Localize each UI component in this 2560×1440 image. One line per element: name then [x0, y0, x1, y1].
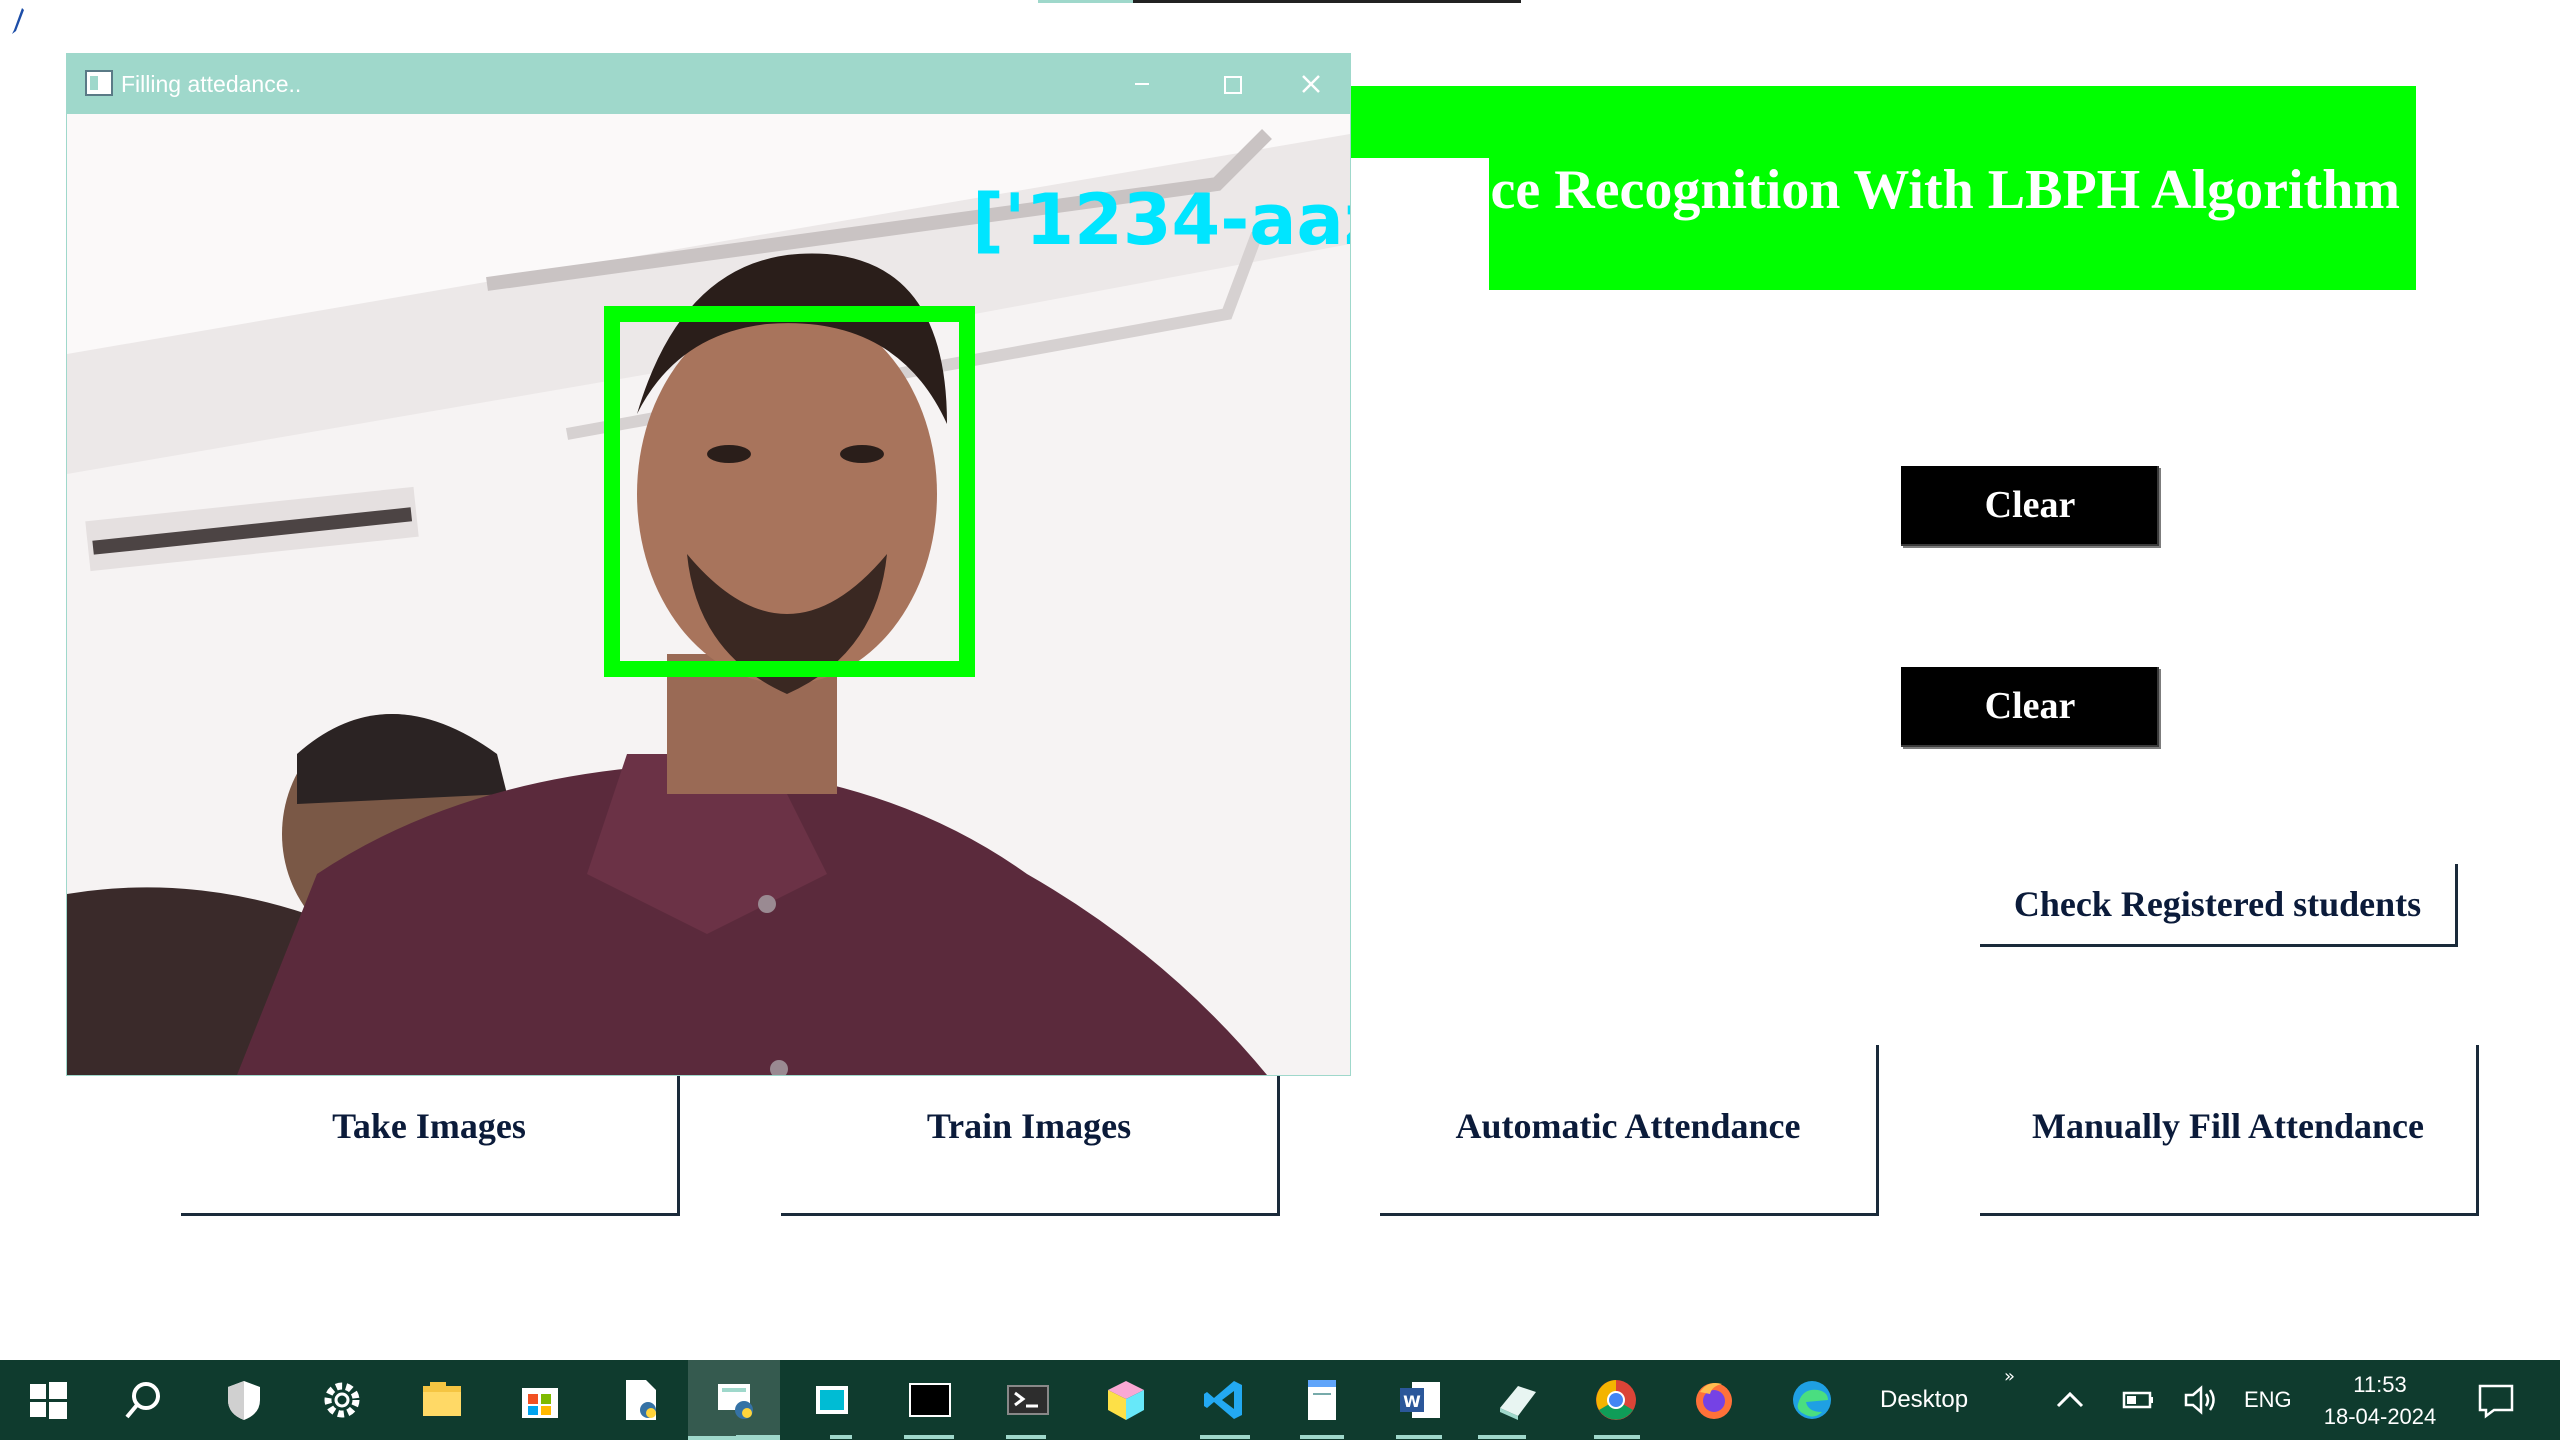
notification-icon	[2478, 1384, 2514, 1419]
tray-volume-button[interactable]	[2154, 1360, 2250, 1440]
edge-icon	[1793, 1381, 1831, 1419]
clock-time[interactable]: 11:53	[2320, 1370, 2440, 1400]
taskbar-3d-app-button[interactable]	[1078, 1360, 1174, 1440]
pen-cursor-icon	[12, 8, 24, 34]
taskbar-firefox-button[interactable]	[1666, 1360, 1762, 1440]
windows-start-icon	[30, 1382, 67, 1419]
notepad-icon	[1308, 1380, 1336, 1420]
chevron-up-icon	[2056, 1391, 2084, 1408]
desktop-toolbar-overflow[interactable]: »	[2004, 1366, 2015, 1387]
chrome-icon	[1596, 1380, 1636, 1420]
running-indicator	[1300, 1435, 1344, 1439]
detected-id-label: ['1234-aaza	[972, 179, 1350, 261]
powershell-icon	[1007, 1385, 1049, 1415]
maximize-icon	[1224, 76, 1242, 94]
manually-fill-attendance-label: Manually Fill Attendance	[2031, 1106, 2424, 1146]
window-app-icon	[85, 70, 113, 96]
taskbar: W Desktop » ENG 11:53 18-04-2024	[0, 1360, 2560, 1440]
terminal-icon	[909, 1383, 951, 1417]
close-button[interactable]	[1267, 54, 1350, 114]
taskbar-chrome-button[interactable]	[1568, 1360, 1664, 1440]
firefox-icon	[1696, 1383, 1732, 1419]
close-icon	[1302, 75, 1320, 93]
taskbar-word-button[interactable]: W	[1372, 1360, 1468, 1440]
running-indicator	[904, 1435, 954, 1439]
running-indicator	[1006, 1435, 1046, 1439]
start-button[interactable]	[0, 1360, 96, 1440]
running-indicator	[1594, 1435, 1640, 1439]
eraser-icon	[1500, 1386, 1536, 1420]
store-icon	[522, 1388, 558, 1418]
file-explorer-icon	[423, 1382, 461, 1416]
camera-window[interactable]: Filling attedance.. ['1234-aa	[66, 53, 1351, 1076]
manually-fill-attendance-button[interactable]: Manually Fill Attendance	[1980, 1045, 2479, 1216]
top-dark-bar	[1133, 0, 1521, 3]
running-indicator	[830, 1435, 852, 1439]
svg-text:W: W	[1403, 1392, 1421, 1411]
take-images-label: Take Images	[332, 1106, 526, 1146]
search-icon	[125, 1382, 160, 1419]
running-indicator	[1200, 1435, 1250, 1439]
cube-icon	[1108, 1381, 1144, 1420]
vscode-icon	[1204, 1381, 1242, 1419]
minimize-button[interactable]	[1097, 54, 1187, 114]
running-indicator	[1478, 1435, 1526, 1439]
clock-date[interactable]: 18-04-2024	[2300, 1402, 2460, 1432]
taskbar-vscode-button[interactable]	[1176, 1360, 1272, 1440]
taskbar-document-button[interactable]	[592, 1360, 688, 1440]
camera-window-title: Filling attedance..	[121, 71, 302, 97]
taskbar-security-button[interactable]	[196, 1360, 292, 1440]
camera-feed: ['1234-aaza	[67, 114, 1350, 1075]
train-images-label: Train Images	[926, 1106, 1132, 1146]
taskbar-python-app-button[interactable]	[688, 1360, 784, 1440]
python-app-icon	[718, 1384, 753, 1419]
taskbar-terminal-button[interactable]	[882, 1360, 978, 1440]
notification-center-button[interactable]	[2448, 1360, 2544, 1440]
automatic-attendance-button[interactable]: Automatic Attendance	[1380, 1045, 1879, 1216]
volume-icon	[2184, 1385, 2215, 1415]
maximize-button[interactable]	[1187, 54, 1277, 114]
top-accent-bar	[1038, 0, 1133, 3]
taskbar-whiteboard-button[interactable]	[784, 1360, 880, 1440]
language-indicator[interactable]: ENG	[2244, 1360, 2292, 1440]
desktop-toolbar-label[interactable]: Desktop	[1880, 1360, 1968, 1440]
check-registered-students-button[interactable]: Check Registered students	[1980, 864, 2458, 947]
clear-button-1[interactable]: Clear	[1901, 466, 2159, 546]
page-title: ce Recognition With LBPH Algorithm	[1490, 159, 2400, 221]
taskbar-search-button[interactable]	[96, 1360, 192, 1440]
shield-icon	[228, 1381, 260, 1420]
taskbar-powershell-button[interactable]	[980, 1360, 1076, 1440]
taskbar-edge-button[interactable]	[1764, 1360, 1860, 1440]
word-icon: W	[1400, 1382, 1440, 1418]
minimize-icon	[1135, 83, 1149, 85]
settings-icon	[324, 1382, 360, 1418]
taskbar-file-explorer-button[interactable]	[394, 1360, 490, 1440]
taskbar-notepad-button[interactable]	[1274, 1360, 1370, 1440]
taskbar-eraser-app-button[interactable]	[1470, 1360, 1566, 1440]
automatic-attendance-label: Automatic Attendance	[1455, 1106, 1801, 1146]
running-indicator	[736, 1435, 780, 1439]
running-indicator	[1396, 1435, 1442, 1439]
clear-button-2[interactable]: Clear	[1901, 667, 2159, 747]
taskbar-settings-button[interactable]	[294, 1360, 390, 1440]
document-python-icon	[626, 1380, 656, 1420]
taskbar-store-button[interactable]	[492, 1360, 588, 1440]
whiteboard-icon	[816, 1386, 848, 1414]
